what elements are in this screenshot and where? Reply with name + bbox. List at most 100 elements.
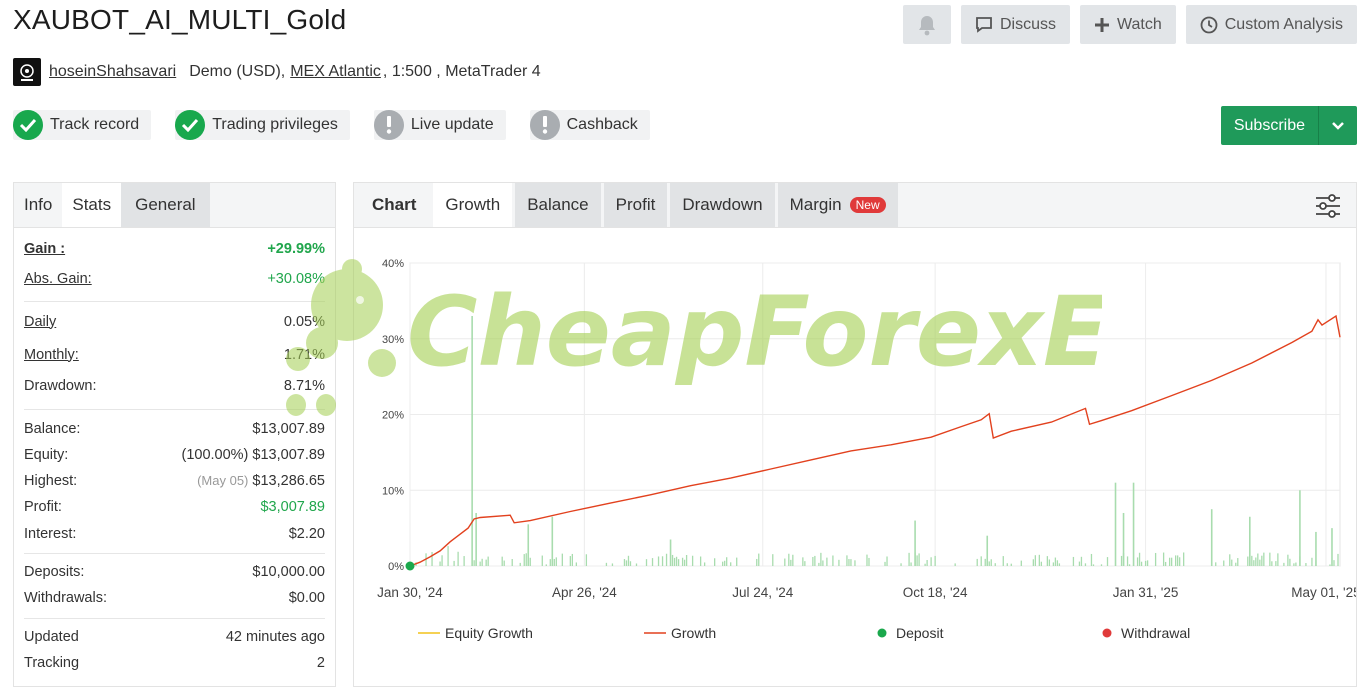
stats-panel: Info Stats General Gain : +29.99% Abs. G…	[13, 182, 336, 687]
x-tick-label: Oct 18, '24	[903, 585, 968, 600]
badge-trading-privileges: Trading privileges	[175, 110, 350, 140]
badge-label: Track record	[50, 116, 140, 133]
x-tick-label: Jan 31, '25	[1113, 585, 1179, 600]
x-axis: Jan 30, '24 Apr 26, '24 Jul 24, '24 Oct 18,…	[377, 585, 1356, 600]
broker-link[interactable]: MEX Atlantic	[290, 63, 381, 81]
watch-label: Watch	[1116, 15, 1162, 33]
verification-badges: Track record Trading privileges Live upd…	[13, 110, 650, 140]
stat-value: 8.71%	[283, 378, 325, 394]
y-tick-label: 0%	[388, 561, 404, 573]
stat-profit: Profit: $3,007.89	[14, 494, 335, 520]
account-type: Demo (USD),	[189, 63, 286, 80]
avatar[interactable]	[13, 58, 41, 86]
stat-value: $13,007.89	[252, 447, 325, 463]
equity-percent: (100.00%)	[181, 447, 249, 463]
stat-label: Deposits:	[24, 564, 85, 580]
stat-label: Updated	[24, 629, 79, 645]
tab-drawdown[interactable]: Drawdown	[670, 183, 775, 227]
stat-value: 2	[316, 655, 325, 671]
exclamation-icon	[373, 110, 404, 140]
custom-analysis-label: Custom Analysis	[1224, 15, 1343, 33]
legend-dot-icon	[877, 628, 887, 638]
stat-value: $0.00	[288, 590, 325, 606]
tab-balance[interactable]: Balance	[515, 183, 601, 227]
stat-balance: Balance: $13,007.89	[14, 416, 335, 442]
x-tick-label: May 01, '25	[1291, 585, 1356, 600]
user-link[interactable]: hoseinShahsavari	[49, 63, 176, 81]
stat-label: Highest:	[24, 473, 78, 489]
badge-label: Trading privileges	[212, 116, 338, 133]
discuss-button[interactable]: Discuss	[960, 5, 1070, 44]
stat-drawdown: Drawdown: 8.71%	[14, 371, 335, 401]
badge-label: Live update	[410, 116, 494, 133]
stat-value: $3,007.89	[260, 499, 325, 515]
comment-icon	[976, 17, 992, 33]
activity-bars	[415, 316, 1339, 566]
notify-button[interactable]	[902, 5, 951, 44]
x-tick-label: Jul 24, '24	[732, 585, 794, 600]
badge-label: Cashback	[566, 116, 638, 133]
discuss-label: Discuss	[999, 15, 1056, 33]
chart-legend: Equity Growth Growth Deposit Withdrawal	[418, 625, 1190, 641]
y-tick-label: 40%	[382, 258, 404, 270]
legend-label: Deposit	[896, 625, 944, 641]
tab-margin[interactable]: Margin New	[777, 183, 898, 227]
exclamation-icon	[529, 110, 560, 140]
stat-value: $10,000.00	[252, 564, 325, 580]
stat-tracking: Tracking 2	[14, 650, 335, 676]
badge-cashback: Cashback	[529, 110, 650, 140]
stat-value: 42 minutes ago	[225, 629, 325, 645]
y-axis: 0% 10% 20% 30% 40%	[382, 258, 404, 573]
stat-value: $13,007.89	[252, 421, 325, 437]
stat-value: +30.08%	[267, 270, 325, 287]
stat-gain: Gain : +29.99%	[14, 236, 335, 262]
watch-button[interactable]: Watch	[1079, 5, 1176, 44]
subscribe-button[interactable]: Subscribe	[1220, 106, 1357, 145]
stat-abs-gain: Abs. Gain: +30.08%	[14, 262, 335, 295]
legend-label: Equity Growth	[445, 625, 533, 641]
stats-tabs: Info Stats General	[14, 183, 335, 228]
account-info: hoseinShahsavari Demo (USD), MEX Atlanti…	[13, 58, 541, 86]
stat-label[interactable]: Abs. Gain:	[24, 271, 92, 287]
x-tick-label: Apr 26, '24	[552, 585, 617, 600]
custom-analysis-button[interactable]: Custom Analysis	[1185, 5, 1357, 44]
legend-dot-icon	[1102, 628, 1112, 638]
tab-growth[interactable]: Growth	[433, 183, 513, 227]
stat-label: Withdrawals:	[24, 590, 107, 606]
stat-label[interactable]: Daily	[24, 314, 56, 330]
tab-profit[interactable]: Profit	[603, 183, 668, 227]
stat-label: Balance:	[24, 421, 81, 437]
stat-monthly: Monthly: 1.71%	[14, 338, 335, 371]
stat-label[interactable]: Monthly:	[24, 347, 79, 363]
badge-live-update: Live update	[373, 110, 506, 140]
tab-info[interactable]: Info	[14, 183, 62, 227]
tab-margin-label: Margin	[789, 195, 842, 214]
legend-label: Growth	[671, 625, 716, 641]
stat-label: Tracking	[24, 655, 80, 671]
deposit-marker	[405, 561, 415, 571]
stat-label[interactable]: Gain :	[24, 241, 65, 257]
check-icon	[13, 110, 43, 140]
chart-settings-button[interactable]	[1314, 193, 1342, 224]
subscribe-dropdown[interactable]	[1319, 106, 1357, 145]
stat-value: 0.05%	[283, 313, 325, 330]
chart-grid	[409, 262, 1341, 567]
subscribe-label[interactable]: Subscribe	[1221, 106, 1319, 145]
chevron-down-icon	[1332, 121, 1344, 130]
stat-daily: Daily 0.05%	[14, 305, 335, 338]
stat-value: $2.20	[288, 526, 325, 542]
new-badge: New	[849, 197, 886, 213]
x-tick-label: Jan 30, '24	[377, 585, 443, 600]
growth-chart[interactable]: 0% 10% 20% 30% 40% Jan 30, '24 Apr 26, '24 Jul…	[354, 228, 1356, 686]
y-tick-label: 30%	[382, 334, 404, 346]
stat-label: Drawdown:	[24, 378, 97, 394]
sliders-icon	[1316, 194, 1340, 218]
legend-label: Withdrawal	[1121, 625, 1190, 641]
stat-interest: Interest: $2.20	[14, 520, 335, 548]
badge-track-record: Track record	[13, 110, 152, 140]
top-actions: Discuss Watch Custom Analysis	[902, 5, 1357, 44]
stat-label: Equity:	[24, 447, 69, 463]
y-tick-label: 20%	[382, 410, 404, 422]
tab-general[interactable]: General	[121, 183, 210, 227]
tab-stats[interactable]: Stats	[62, 183, 122, 227]
